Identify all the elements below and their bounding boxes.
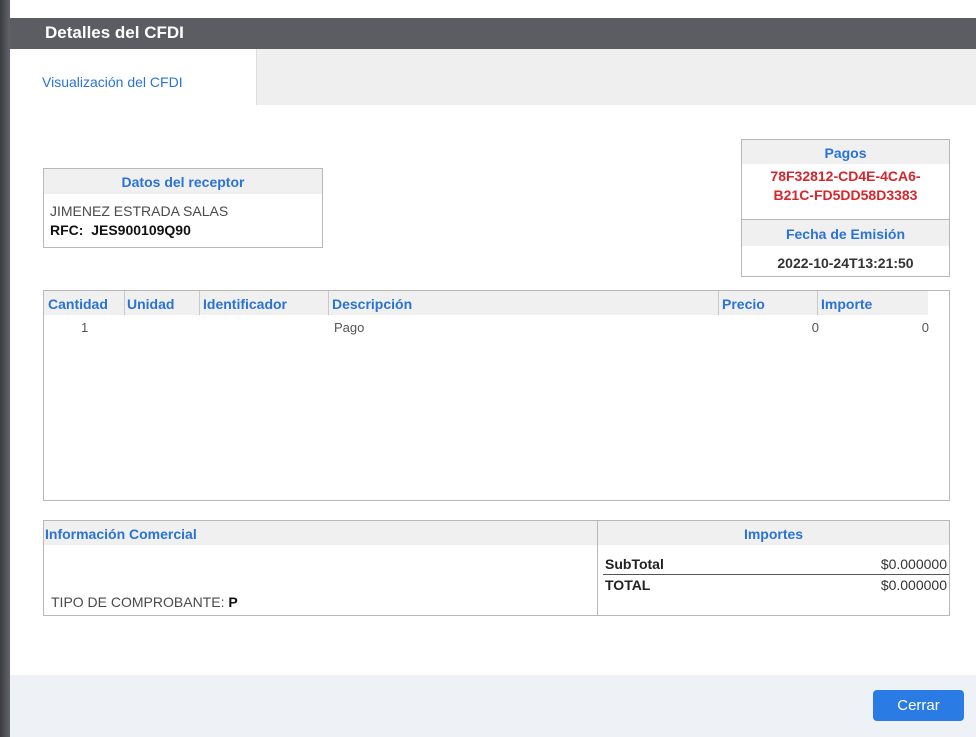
- receptor-header: Datos del receptor: [44, 169, 322, 194]
- receptor-panel: Datos del receptor JIMENEZ ESTRADA SALAS…: [43, 168, 323, 248]
- dialog-titlebar: Detalles del CFDI: [10, 0, 976, 49]
- pagos-header: Pagos: [742, 140, 949, 164]
- fecha-emision-value: 2022-10-24T13:21:50: [777, 255, 914, 271]
- importes-header: Importes: [598, 521, 949, 545]
- total-value: $0.000000: [880, 577, 947, 593]
- dialog-title: Detalles del CFDI: [45, 23, 184, 42]
- subtotal-value: $0.000000: [880, 556, 947, 572]
- col-divider: [817, 291, 818, 315]
- tipo-comprobante-label: TIPO DE COMPROBANTE:: [51, 594, 225, 610]
- fecha-emision-header: Fecha de Emisión: [742, 220, 949, 246]
- uuid-line-2: B21C-FD5DD58D3383: [773, 187, 918, 203]
- items-table: Cantidad Unidad Identificador Descripció…: [43, 290, 950, 501]
- total-label: TOTAL: [605, 577, 651, 593]
- col-divider: [328, 291, 329, 315]
- col-cantidad: Cantidad: [48, 296, 108, 312]
- window-frame-edge: [0, 0, 10, 737]
- cell-descripcion: Pago: [334, 320, 365, 335]
- uuid-line-1: 78F32812-CD4E-4CA6-: [770, 168, 921, 184]
- cell-importe: 0: [921, 320, 929, 335]
- tab-strip: Visualización del CFDI: [10, 49, 976, 105]
- col-divider: [718, 291, 719, 315]
- pagos-panel: Pagos 78F32812-CD4E-4CA6- B21C-FD5DD58D3…: [741, 139, 950, 277]
- receptor-rfc: RFC: JES900109Q90: [50, 222, 191, 238]
- cell-cantidad: 1: [81, 320, 89, 335]
- tab-visualizacion-label: Visualización del CFDI: [42, 74, 183, 90]
- col-identificador: Identificador: [203, 296, 288, 312]
- col-unidad: Unidad: [127, 296, 175, 312]
- items-table-header: Cantidad Unidad Identificador Descripció…: [44, 291, 928, 315]
- info-comercial-header: Información Comercial: [44, 521, 598, 545]
- col-divider: [199, 291, 200, 315]
- tab-visualizacion[interactable]: Visualización del CFDI: [10, 49, 257, 105]
- receptor-name: JIMENEZ ESTRADA SALAS: [50, 203, 229, 219]
- cell-precio: 0: [811, 320, 819, 335]
- pagos-uuid: 78F32812-CD4E-4CA6- B21C-FD5DD58D3383: [742, 167, 949, 205]
- dialog-footer: [10, 675, 976, 737]
- close-button[interactable]: Cerrar: [873, 690, 964, 721]
- importes-panel: Importes SubTotal $0.000000 TOTAL $0.000…: [597, 520, 950, 616]
- tipo-comprobante: TIPO DE COMPROBANTE: P: [51, 594, 238, 610]
- col-descripcion: Descripción: [332, 296, 413, 312]
- col-importe: Importe: [821, 296, 873, 312]
- cfdi-details-dialog: Detalles del CFDI Visualización del CFDI…: [10, 0, 976, 737]
- col-divider: [124, 291, 125, 315]
- subtotal-divider: [603, 574, 949, 575]
- tipo-comprobante-value: P: [228, 594, 238, 610]
- rfc-value: JES900109Q90: [91, 222, 191, 238]
- col-precio: Precio: [722, 296, 765, 312]
- info-comercial-panel: Información Comercial TIPO DE COMPROBANT…: [43, 520, 598, 616]
- subtotal-label: SubTotal: [605, 556, 664, 572]
- rfc-label: RFC:: [50, 222, 84, 238]
